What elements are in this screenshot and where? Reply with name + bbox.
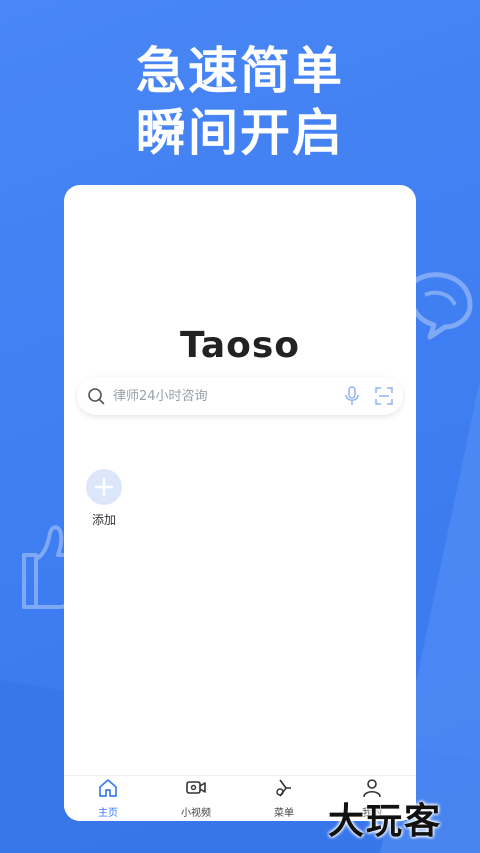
tab-menu[interactable]: 菜单 — [244, 778, 324, 819]
menu-icon — [276, 779, 291, 797]
video-icon — [186, 781, 206, 794]
add-shortcut-button[interactable]: 添加 — [84, 469, 124, 528]
scan-icon[interactable] — [375, 387, 393, 405]
add-label: 添加 — [91, 513, 116, 527]
phone-screen: Taoso 添加 主页 — [64, 185, 416, 821]
headline-line-1: 急速简单 — [136, 42, 344, 100]
headline-line-2: 瞬间开启 — [136, 104, 344, 162]
search-bar[interactable] — [77, 377, 403, 415]
tab-short-video-label: 小视频 — [181, 808, 211, 819]
watermark: 大玩客 — [328, 801, 443, 842]
promo-headline: 急速简单 瞬间开启 — [0, 40, 480, 164]
plus-icon — [94, 477, 114, 497]
tab-home-label: 主页 — [98, 808, 118, 819]
search-input[interactable] — [113, 388, 343, 404]
tab-menu-label: 菜单 — [274, 808, 294, 819]
tab-home[interactable]: 主页 — [68, 778, 148, 819]
tab-short-video[interactable]: 小视频 — [156, 778, 236, 819]
microphone-icon[interactable] — [343, 386, 361, 406]
home-icon — [99, 779, 117, 797]
app-logo: Taoso — [179, 325, 301, 366]
add-circle[interactable] — [86, 469, 122, 505]
search-icon — [88, 388, 105, 405]
